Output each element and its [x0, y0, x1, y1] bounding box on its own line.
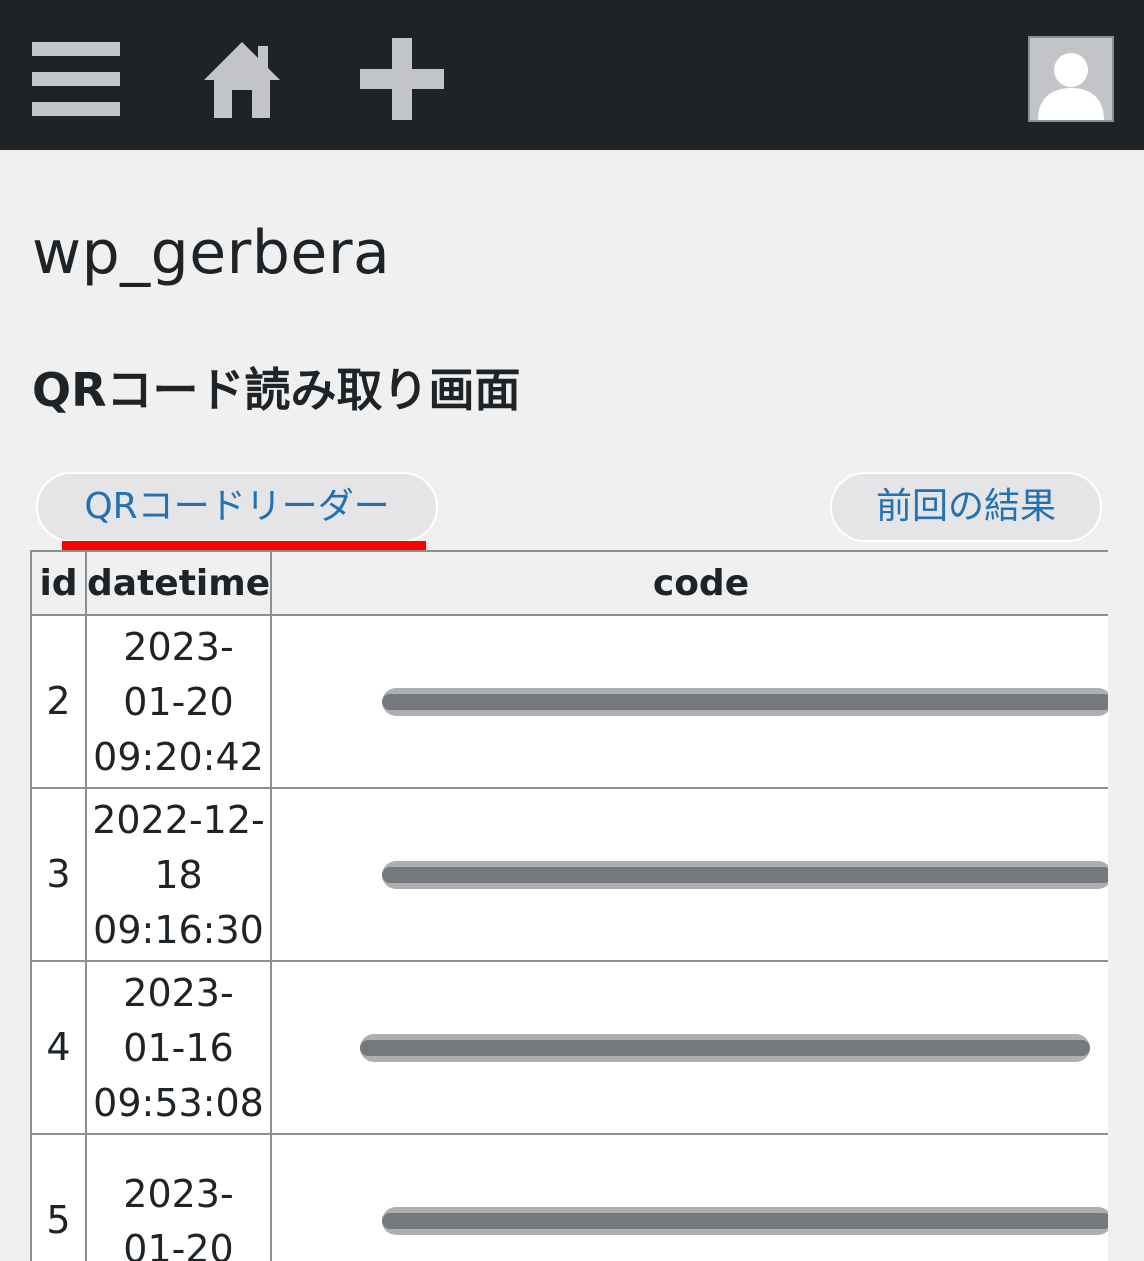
column-header-code: code	[270, 550, 1108, 616]
datetime-line: 01-20	[123, 680, 234, 724]
page-heading: QRコード読み取り画面	[32, 363, 521, 417]
plus-icon[interactable]	[360, 38, 444, 120]
user-avatar-icon	[1030, 38, 1112, 120]
datetime-line: 01-16	[123, 1026, 234, 1070]
cell-code	[270, 1133, 1108, 1261]
table-row: 5 2023- 01-20	[30, 1133, 1108, 1261]
qr-reader-button[interactable]: QRコードリーダー	[36, 472, 438, 542]
home-icon[interactable]	[202, 40, 282, 118]
table-row: 3 2022-12- 18 09:16:30	[30, 787, 1108, 962]
results-table: id datetime code 2 2023- 01-20 09:20:42	[30, 550, 1108, 1261]
redacted-code	[382, 687, 1108, 716]
column-header-id: id	[30, 550, 87, 616]
cell-datetime: 2023- 01-20 09:20:42	[85, 614, 272, 789]
cell-code	[270, 960, 1108, 1135]
cell-id: 5	[30, 1133, 87, 1261]
redacted-code	[382, 860, 1108, 889]
table-row: 2 2023- 01-20 09:20:42	[30, 614, 1108, 789]
admin-top-bar	[0, 0, 1144, 150]
datetime-line: 09:16:30	[93, 908, 264, 952]
cell-code	[270, 787, 1108, 962]
cell-id: 4	[30, 960, 87, 1135]
hamburger-menu-icon[interactable]	[32, 42, 120, 116]
cell-datetime: 2023- 01-16 09:53:08	[85, 960, 272, 1135]
user-avatar[interactable]	[1028, 36, 1114, 122]
datetime-line: 2022-12-	[92, 798, 265, 842]
datetime-line: 2023-	[123, 625, 234, 669]
datetime-line: 2023-	[123, 1171, 234, 1216]
datetime-line: 09:20:42	[93, 735, 264, 779]
datetime-line: 01-20	[123, 1226, 234, 1261]
datetime-line: 2023-	[123, 971, 234, 1015]
table-header-row: id datetime code	[30, 550, 1108, 616]
redacted-code	[382, 1206, 1108, 1235]
cell-datetime: 2023- 01-20	[85, 1133, 272, 1261]
cell-id: 2	[30, 614, 87, 789]
column-header-datetime: datetime	[85, 550, 272, 616]
results-table-container[interactable]: id datetime code 2 2023- 01-20 09:20:42	[30, 550, 1108, 1261]
cell-code	[270, 614, 1108, 789]
datetime-line: 18	[154, 853, 203, 897]
previous-result-button[interactable]: 前回の結果	[830, 472, 1102, 542]
table-row: 4 2023- 01-16 09:53:08	[30, 960, 1108, 1135]
datetime-line: 09:53:08	[93, 1081, 264, 1125]
redacted-code	[360, 1033, 1090, 1062]
cell-id: 3	[30, 787, 87, 962]
cell-datetime: 2022-12- 18 09:16:30	[85, 787, 272, 962]
site-title: wp_gerbera	[32, 218, 391, 288]
